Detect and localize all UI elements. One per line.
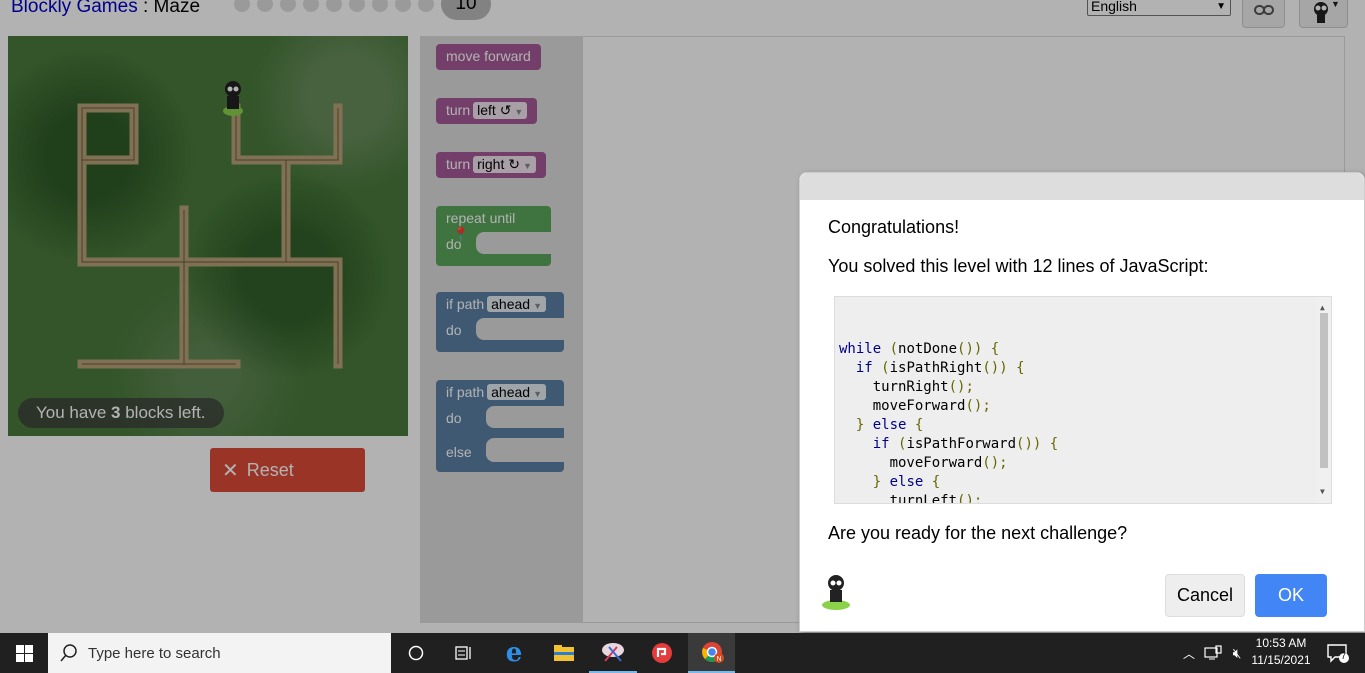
clock-date: 11/15/2021 (1251, 653, 1311, 667)
cortana-button[interactable] (392, 633, 440, 673)
windows-logo-icon (15, 644, 33, 662)
scroll-down-icon[interactable]: ▼ (1320, 482, 1325, 501)
windows-taskbar: Type here to search e N ︿ 🔇︎ 10:53 AM 11… (0, 633, 1365, 673)
show-hidden-icons-button[interactable]: ︿ (1177, 633, 1201, 673)
code-scrollbar[interactable]: ▲ ▼ (1317, 297, 1331, 503)
svg-text:N: N (716, 656, 721, 663)
dialog-question: Are you ready for the next challenge? (828, 523, 1128, 543)
chevron-up-icon: ︿ (1182, 646, 1195, 661)
code-line: turnRight(); (839, 379, 974, 395)
task-view-icon (455, 646, 471, 660)
search-placeholder: Type here to search (88, 644, 221, 662)
task-view-button[interactable] (440, 633, 488, 673)
dialog-title: Congratulations! (828, 217, 960, 237)
taskbar-search[interactable]: Type here to search (48, 633, 391, 673)
code-line: if (isPathRight()) { (855, 360, 1025, 376)
code-line: while (notDone()) { (839, 341, 1000, 357)
search-icon (60, 644, 77, 662)
code-line: turnLeft(); (839, 493, 983, 504)
code-line: if (isPathForward()) { (872, 436, 1059, 452)
app-icon (652, 643, 672, 663)
ok-button[interactable]: OK (1255, 574, 1327, 617)
taskbar-edge[interactable]: e (490, 633, 538, 673)
notification-count: 7 (1341, 651, 1347, 661)
taskbar-chrome[interactable]: N (688, 633, 735, 673)
cancel-button[interactable]: Cancel (1165, 574, 1245, 617)
cortana-icon (408, 645, 424, 661)
dialog-header (800, 173, 1364, 200)
volume-muted-icon: 🔇︎ (1232, 644, 1242, 661)
edge-icon: e (505, 638, 523, 668)
code-line: } else { (872, 474, 941, 490)
chrome-icon: N (701, 642, 724, 663)
scroll-thumb[interactable] (1320, 313, 1328, 468)
network-button[interactable] (1201, 633, 1225, 673)
code-line: moveForward(); (839, 455, 1008, 471)
congratulations-dialog: Congratulations! You solved this level w… (799, 172, 1365, 632)
code-line: } else { (855, 417, 924, 433)
code-box[interactable]: while (notDone()) { if (isPathRight()) {… (834, 296, 1332, 504)
folder-icon (554, 645, 574, 661)
volume-button[interactable]: 🔇︎ (1225, 633, 1249, 673)
code-lines: while (notDone()) { if (isPathRight()) {… (839, 340, 1331, 504)
taskbar-file-explorer[interactable] (540, 633, 588, 673)
taskbar-snip[interactable] (589, 633, 637, 673)
clock-time: 10:53 AM (1255, 636, 1307, 650)
taskbar-clock[interactable]: 10:53 AM 11/15/2021 (1250, 635, 1312, 669)
start-button[interactable] (0, 633, 48, 673)
action-center-button[interactable]: 7 (1318, 633, 1358, 673)
code-line: moveForward(); (839, 398, 991, 414)
pegman-icon (822, 575, 850, 610)
taskbar-app[interactable] (638, 633, 686, 673)
notification-icon (1327, 644, 1349, 663)
snip-tool-icon (602, 643, 624, 662)
dialog-message: You solved this level with 12 lines of J… (828, 256, 1209, 276)
network-icon (1204, 645, 1222, 660)
